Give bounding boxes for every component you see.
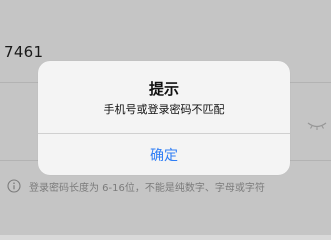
- confirm-button[interactable]: 确定: [38, 134, 290, 175]
- alert-title: 提示: [148, 80, 179, 98]
- alert-message: 手机号或登录密码不匹配: [103, 103, 225, 116]
- alert-dialog: 提示 手机号或登录密码不匹配 确定: [38, 61, 290, 175]
